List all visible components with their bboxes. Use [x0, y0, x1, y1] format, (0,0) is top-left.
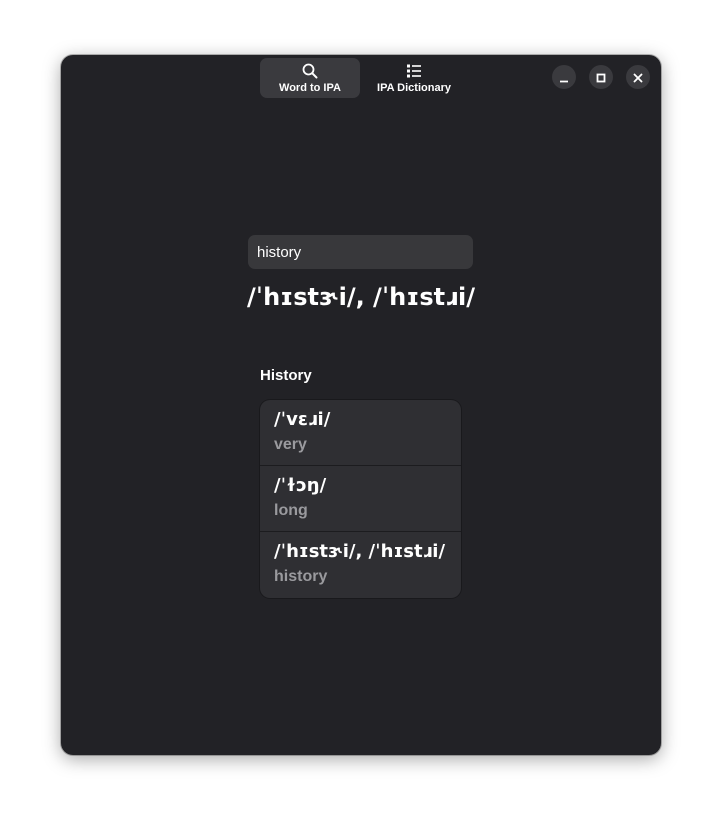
history-item-word: history: [274, 568, 328, 585]
history-item[interactable]: /ˈvɛɹi/ very: [260, 400, 461, 466]
tab-ipa-dictionary-label: IPA Dictionary: [377, 81, 451, 94]
history-item-word: very: [274, 436, 307, 453]
history-item-ipa: /ˈhɪstɝi/, /ˈhɪstɹi/: [274, 541, 446, 562]
maximize-icon: [596, 68, 606, 87]
tab-word-to-ipa[interactable]: Word to IPA: [260, 58, 360, 98]
history-item-ipa: /ˈvɛɹi/: [274, 409, 331, 430]
app-window: Word to IPA IPA Dictionary history /ˈhɪs…: [61, 55, 661, 755]
tab-ipa-dictionary[interactable]: IPA Dictionary: [364, 58, 464, 98]
history-heading: History: [260, 367, 312, 384]
word-input[interactable]: [248, 235, 473, 269]
view-switcher: Word to IPA IPA Dictionary: [260, 58, 464, 98]
history-item-word: long: [274, 502, 308, 519]
history-item-ipa: /ˈɫɔŋ/: [274, 475, 327, 496]
history-item[interactable]: /ˈɫɔŋ/ long: [260, 466, 461, 532]
ipa-result: /ˈhɪstɝi/, /ˈhɪstɹi/: [246, 283, 476, 311]
maximize-button[interactable]: [589, 65, 613, 89]
history-list: /ˈvɛɹi/ very /ˈɫɔŋ/ long /ˈhɪstɝi/, /ˈhɪ…: [260, 400, 461, 598]
tab-word-to-ipa-label: Word to IPA: [279, 81, 341, 94]
minimize-button[interactable]: [552, 65, 576, 89]
list-icon: [406, 63, 422, 79]
close-icon: [633, 68, 643, 87]
history-item[interactable]: /ˈhɪstɝi/, /ˈhɪstɹi/ history: [260, 532, 461, 598]
close-button[interactable]: [626, 65, 650, 89]
minimize-icon: [559, 68, 569, 87]
search-icon: [302, 63, 318, 79]
